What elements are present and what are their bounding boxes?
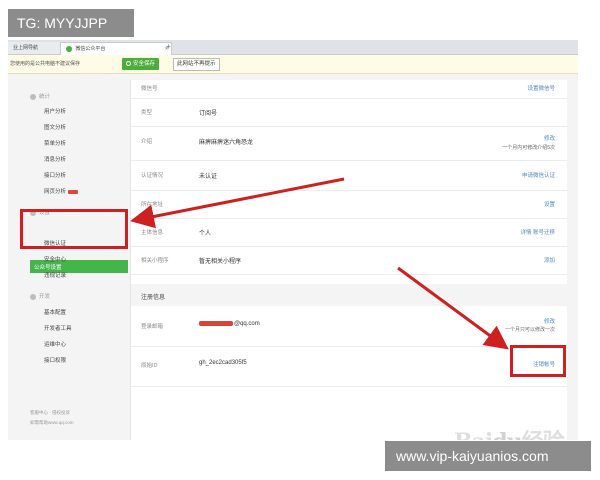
url-text: www.vip-kaiyuanios.com: [396, 448, 549, 464]
arrow-to-account-settings: [130, 177, 345, 229]
url-overlay-badge: www.vip-kaiyuanios.com: [385, 441, 591, 471]
browser-screenshot: 业上网导航 × 微信公众平台 × + 您使用的是公共电脑不建议保存 安全保存 此…: [8, 40, 578, 440]
tg-overlay-badge: TG: MYYJJPP: [8, 9, 134, 37]
annotation-arrows: [130, 177, 509, 350]
tg-text: TG: MYYJJPP: [17, 15, 108, 31]
arrow-to-deregister: [397, 266, 509, 350]
